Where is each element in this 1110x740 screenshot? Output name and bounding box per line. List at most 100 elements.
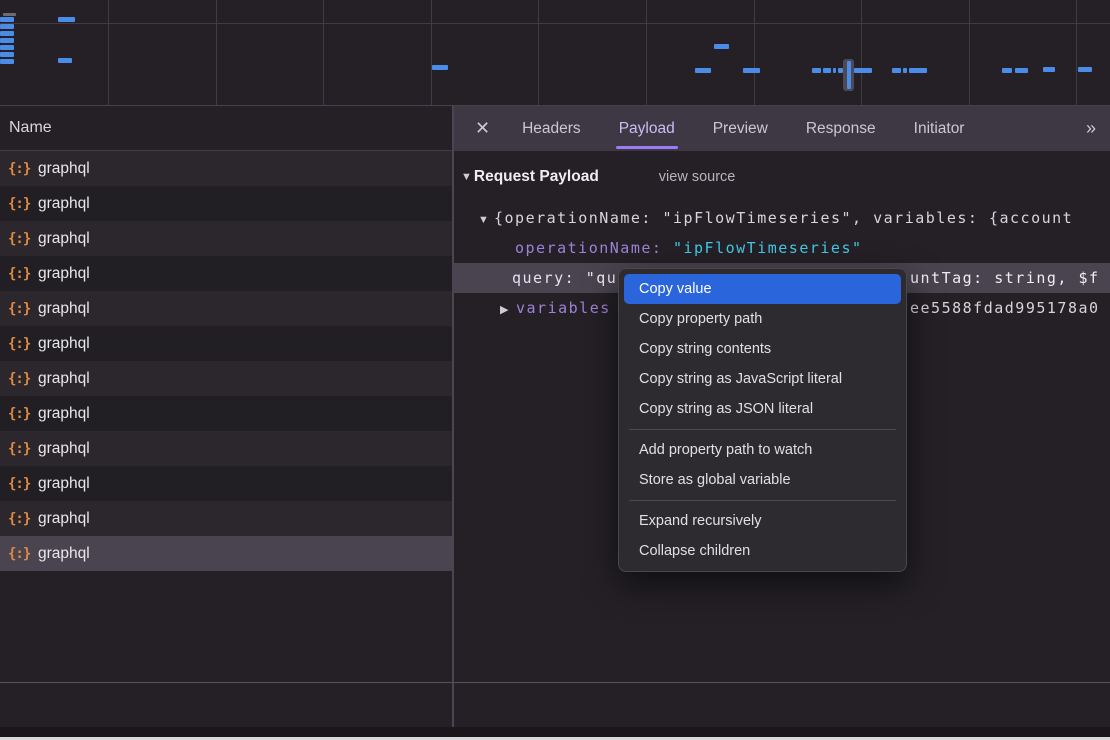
menu-item-expand-recursively[interactable]: Expand recursively — [619, 506, 906, 536]
timeline-gridline — [1076, 0, 1077, 105]
request-name-label: graphql — [38, 510, 90, 528]
timeline-bar — [743, 68, 760, 73]
menu-item-add-property-path-to-watch[interactable]: Add property path to watch — [619, 435, 906, 465]
request-row[interactable]: {:} graphql — [0, 536, 453, 571]
request-row[interactable]: {:} graphql — [0, 501, 453, 536]
json-request-icon: {:} — [8, 336, 32, 352]
request-name-label: graphql — [38, 405, 90, 423]
timeline-bar — [823, 68, 831, 73]
tab-headers[interactable]: Headers — [522, 106, 581, 151]
name-column-label: Name — [9, 119, 52, 137]
tab-preview[interactable]: Preview — [713, 106, 768, 151]
request-name-label: graphql — [38, 475, 90, 493]
menu-item-copy-string-as-json-literal[interactable]: Copy string as JSON literal — [619, 394, 906, 424]
request-row[interactable]: {:}graphql — [0, 151, 453, 186]
timeline-gridline — [108, 0, 109, 105]
payload-root-row[interactable]: ▼{operationName: "ipFlowTimeseries", var… — [453, 203, 1110, 233]
summary-divider — [0, 682, 1110, 683]
query-value-right: untTag: string, $f — [910, 263, 1100, 293]
request-list: {:} graphql {:} graphql {:} graphql {:} graphql… — [0, 151, 453, 571]
json-request-icon: {:} — [8, 266, 32, 282]
view-source-link[interactable]: view source — [659, 169, 736, 185]
timeline-bar — [0, 59, 14, 64]
operation-name-value: "ipFlowTimeseries" — [673, 239, 863, 257]
timeline-bar — [432, 65, 448, 70]
menu-item-store-as-global-variable[interactable]: Store as global variable — [619, 465, 906, 495]
timeline-gridline — [431, 0, 432, 105]
timeline-bar — [0, 38, 14, 43]
devtools-network-panel: Name {:}graphql{:}graphql{:}graphql{:}gr… — [0, 0, 1110, 740]
tab-initiator[interactable]: Initiator — [914, 106, 965, 151]
json-request-icon: {:} — [8, 371, 32, 387]
panel-splitter[interactable] — [452, 106, 454, 727]
timeline-bar — [58, 58, 72, 63]
menu-item-copy-string-as-javascript-literal[interactable]: Copy string as JavaScript literal — [619, 364, 906, 394]
timeline-gridline — [216, 0, 217, 105]
json-request-icon: {:} — [8, 476, 32, 492]
timeline-gridline — [646, 0, 647, 105]
timeline-bar — [812, 68, 821, 73]
request-row[interactable]: {:} graphql — [0, 186, 453, 221]
menu-divider — [629, 500, 896, 501]
payload-root-preview: {operationName: "ipFlowTimeseries", vari… — [494, 209, 1073, 227]
request-row[interactable]: {:} graphql — [0, 326, 453, 361]
json-request-icon: {:} — [8, 196, 32, 212]
operation-name-row[interactable]: operationName: "ipFlowTimeseries" — [453, 233, 1110, 263]
timeline-hairline — [0, 23, 1110, 24]
name-column-header[interactable]: Name — [0, 106, 453, 151]
timeline-bar — [833, 68, 836, 73]
request-row[interactable]: {:} graphql — [0, 361, 453, 396]
request-name-label: graphql — [38, 195, 90, 213]
request-name-label: graphql — [38, 335, 90, 353]
timeline-gridline — [969, 0, 970, 105]
menu-divider — [629, 429, 896, 430]
timeline-bar — [909, 68, 927, 73]
timeline-bar — [903, 68, 907, 73]
close-icon[interactable]: ✕ — [475, 118, 490, 139]
request-row[interactable]: {:} graphql — [0, 466, 453, 501]
timeline-bar — [0, 45, 14, 50]
collapse-section-icon[interactable]: ▼ — [461, 171, 472, 183]
json-request-icon: {:} — [8, 231, 32, 247]
request-row[interactable]: {:} graphql — [0, 396, 453, 431]
request-name-label: graphql — [38, 370, 90, 388]
menu-item-collapse-children[interactable]: Collapse children — [619, 536, 906, 566]
timeline-bar — [695, 68, 711, 73]
request-row[interactable]: {:}graphql — [0, 431, 453, 466]
timeline-bar — [0, 17, 14, 22]
timeline-bar — [0, 31, 14, 36]
more-tabs-icon[interactable]: » — [1086, 118, 1094, 139]
request-name-label: graphql — [38, 545, 90, 563]
network-overview-timeline[interactable] — [0, 0, 1110, 106]
request-row[interactable]: {:}graphql — [0, 221, 453, 256]
operation-name-key: operationName: — [515, 239, 662, 257]
json-request-icon: {:} — [8, 301, 32, 317]
request-name-label: graphql — [38, 300, 90, 318]
collapse-root-icon[interactable]: ▼ — [478, 205, 494, 233]
tab-response[interactable]: Response — [806, 106, 876, 151]
menu-item-copy-property-path[interactable]: Copy property path — [619, 304, 906, 334]
request-row[interactable]: {:} graphql — [0, 291, 453, 326]
variables-preview-right: ee5588fdad995178a0 — [910, 293, 1100, 323]
timeline-bar — [0, 52, 14, 57]
timeline-hover-tick — [847, 61, 851, 89]
variables-key: variables — [516, 299, 611, 317]
json-request-icon: {:} — [8, 441, 32, 457]
menu-item-copy-string-contents[interactable]: Copy string contents — [619, 334, 906, 364]
json-request-icon: {:} — [8, 406, 32, 422]
timeline-bar — [1043, 67, 1055, 72]
request-payload-section-header: ▼ Request Payload view source — [453, 163, 1110, 191]
tab-payload[interactable]: Payload — [619, 106, 675, 151]
json-request-icon: {:} — [8, 511, 32, 527]
request-name-label: graphql — [38, 265, 90, 283]
expand-variables-icon[interactable]: ▶ — [500, 295, 516, 323]
json-request-icon: {:} — [8, 546, 32, 562]
details-tab-bar: ✕ Headers Payload Preview Response Initiator… — [453, 106, 1110, 151]
timeline-bar — [0, 24, 14, 29]
request-row[interactable]: {:} graphql — [0, 256, 453, 291]
timeline-gridline — [754, 0, 755, 105]
timeline-gridline — [538, 0, 539, 105]
query-key: query: — [512, 269, 575, 287]
timeline-bar — [58, 17, 75, 22]
menu-item-copy-value[interactable]: Copy value — [624, 274, 901, 304]
